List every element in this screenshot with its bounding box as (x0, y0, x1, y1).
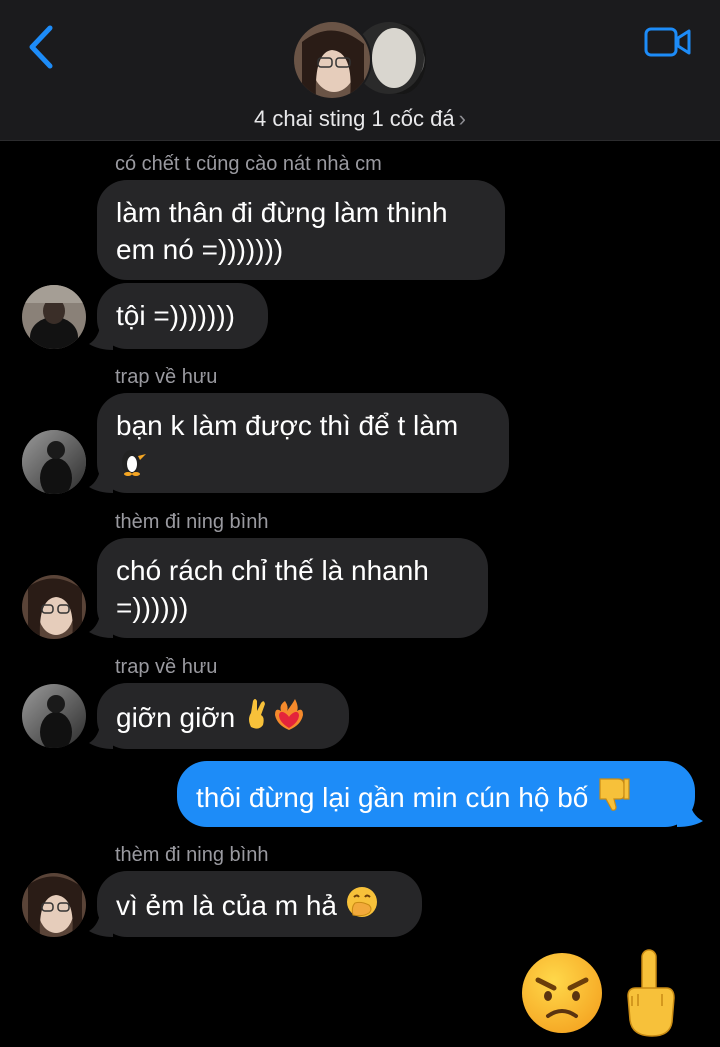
thumbs-down-icon (599, 778, 630, 811)
chevron-right-icon: › (458, 106, 466, 131)
message-text: thôi đừng lại gần min cún hộ bố (196, 782, 589, 813)
avatar[interactable] (22, 873, 86, 937)
chevron-left-icon[interactable] (26, 24, 56, 70)
message-bubble[interactable]: tội =))))))) (97, 283, 268, 349)
group-name: 4 chai sting 1 cốc đá (254, 106, 455, 131)
avatar[interactable] (22, 575, 86, 639)
bubble-tail (89, 610, 113, 638)
message-bubble[interactable]: giỡn giỡn (97, 683, 349, 749)
outgoing-message-bubble[interactable]: thôi đừng lại gần min cún hộ bố (177, 761, 695, 827)
message-text: giỡn giỡn (116, 702, 236, 733)
member-avatar (292, 20, 372, 100)
avatar[interactable] (22, 430, 86, 494)
bubble-tail (89, 322, 113, 350)
middle-finger-icon[interactable] (622, 948, 678, 1038)
avatar[interactable] (22, 684, 86, 748)
angry-face-icon[interactable] (518, 952, 606, 1034)
bubble-tail (677, 799, 703, 827)
message-text: tội =))))))) (116, 300, 235, 331)
message-bubble[interactable]: chó rách chỉ thế là nhanh =)))))) (97, 538, 488, 638)
hand-over-mouth-icon (346, 887, 377, 917)
message-bubble[interactable]: vì ẻm là của m hả (97, 871, 422, 937)
bubble-tail (89, 465, 113, 493)
bubble-tail (89, 721, 113, 749)
message-bubble[interactable]: bạn k làm được thì để t làm (97, 393, 509, 493)
crossed-fingers-and-heart-on-fire-icon (249, 699, 304, 730)
group-avatar-stack[interactable] (290, 20, 430, 100)
bubble-tail (89, 909, 113, 937)
conversation-header: 4 chai sting 1 cốc đá › (0, 0, 720, 141)
video-camera-icon[interactable] (644, 26, 692, 58)
sender-name: trap về hưu (115, 656, 218, 678)
penguin-icon (122, 450, 146, 476)
sender-name: thèm đi ning bình (115, 844, 269, 866)
group-name-button[interactable]: 4 chai sting 1 cốc đá › (0, 106, 720, 132)
message-text: làm thân đi đừng làm thinh em nó =))))))… (116, 197, 448, 265)
sender-name: trap về hưu (115, 366, 218, 388)
message-text: chó rách chỉ thế là nhanh =)))))) (116, 555, 429, 623)
message-bubble[interactable]: làm thân đi đừng làm thinh em nó =))))))… (97, 180, 505, 280)
sender-name: có chết t cũng cào nát nhà cm (115, 153, 382, 175)
sender-name: thèm đi ning bình (115, 511, 269, 533)
message-text: vì ẻm là của m hả (116, 890, 337, 921)
avatar[interactable] (22, 285, 86, 349)
message-text: bạn k làm được thì để t làm (116, 410, 459, 441)
